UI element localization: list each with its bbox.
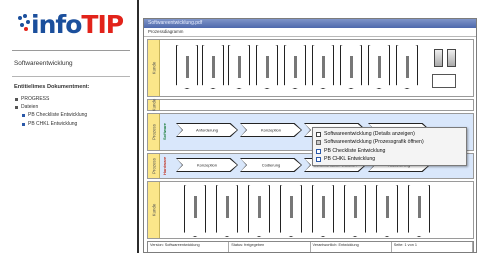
process-step-shape[interactable] bbox=[216, 185, 238, 237]
logo-wordmark: infoTIP bbox=[31, 10, 124, 40]
context-menu[interactable]: Softwareentwicklung (Details anzeigen) S… bbox=[312, 127, 467, 166]
process-step-shape[interactable] bbox=[284, 45, 306, 89]
context-menu-item[interactable]: Softwareentwicklung (Details anzeigen) bbox=[313, 130, 466, 138]
sidebar-section-title: Softwareentwicklung bbox=[14, 60, 73, 67]
document-icon bbox=[22, 114, 25, 118]
lane-label: Kunde bbox=[148, 40, 160, 96]
process-step-shape[interactable] bbox=[202, 45, 224, 89]
sidebar-divider bbox=[137, 0, 139, 253]
process-step-shape[interactable] bbox=[176, 45, 198, 89]
process-step-shape[interactable] bbox=[408, 185, 430, 237]
document-icon bbox=[316, 148, 321, 154]
footer-cell: Version: Softwareentwicklung bbox=[148, 242, 230, 252]
process-step-shape[interactable] bbox=[184, 185, 206, 237]
document-icon bbox=[316, 157, 321, 163]
process-step-shape[interactable] bbox=[248, 185, 270, 237]
lane-label: Kunde bbox=[148, 182, 160, 238]
logo-text-tip: TIP bbox=[81, 10, 124, 39]
process-step-shape[interactable] bbox=[256, 45, 278, 89]
process-step-shape[interactable] bbox=[312, 45, 334, 89]
arrow-label: Anforderung bbox=[195, 127, 218, 133]
process-arrow[interactable]: Konzeption bbox=[177, 159, 237, 171]
context-menu-item[interactable]: Softwareentwicklung (Prozessgrafik öffne… bbox=[313, 138, 466, 146]
server-icon bbox=[434, 49, 443, 67]
details-icon bbox=[316, 132, 321, 137]
tree-item-chkl[interactable]: PB CHKL Entwicklung bbox=[14, 120, 87, 128]
lane-label: Kunde bbox=[148, 99, 160, 111]
process-step-shape[interactable] bbox=[344, 185, 366, 237]
sidebar: infoTIP Softwareentwicklung Entitielimes… bbox=[0, 0, 138, 253]
process-step-shape[interactable] bbox=[228, 45, 250, 89]
infotip-logo[interactable]: infoTIP bbox=[18, 10, 124, 40]
footer-cell: Seite: 1 von 1 bbox=[392, 242, 473, 252]
software-label: Software bbox=[162, 123, 167, 141]
arrow-label: Codierung bbox=[261, 162, 281, 168]
process-arrow[interactable]: Anforderung bbox=[177, 124, 237, 136]
diagram-titlebar: Softwareentwicklung.pdf bbox=[144, 19, 476, 28]
tree-item-label: PB Checkliste Entwicklung bbox=[28, 112, 88, 119]
tree-item-dateien[interactable]: Dateien bbox=[14, 103, 87, 111]
context-menu-item[interactable]: PB Checkliste Entwicklung bbox=[313, 147, 466, 155]
arrow-label: Konzeption bbox=[260, 127, 281, 133]
process-step-shape[interactable] bbox=[280, 185, 302, 237]
diagram-title: Softwareentwicklung.pdf bbox=[148, 20, 203, 26]
lane-label: Prozess bbox=[148, 154, 160, 178]
sidebar-document-tree: PROGRESS Dateien PB Checkliste Entwicklu… bbox=[14, 95, 87, 128]
server-icon bbox=[447, 49, 456, 67]
footer-cell: Verantwortlich: Entwicklung bbox=[311, 242, 392, 252]
process-step-shape[interactable] bbox=[340, 45, 362, 89]
process-step-shape[interactable] bbox=[312, 185, 334, 237]
tree-item-checkliste[interactable]: PB Checkliste Entwicklung bbox=[14, 111, 87, 119]
sidebar-heading: Entitielimes Dokumentment: bbox=[14, 84, 90, 90]
process-step-shape[interactable] bbox=[368, 45, 390, 89]
tree-item-label: PB CHKL Entwicklung bbox=[28, 120, 78, 127]
lane-label: Prozess bbox=[148, 114, 160, 150]
bullet-icon bbox=[15, 98, 18, 101]
footer-cell: Status: freigegeben bbox=[229, 242, 311, 252]
sidebar-rule bbox=[12, 50, 130, 51]
bullet-icon bbox=[15, 106, 18, 110]
divider bbox=[144, 36, 476, 37]
logo-dots-icon bbox=[18, 14, 30, 36]
process-arrow[interactable]: Codierung bbox=[241, 159, 301, 171]
process-arrow[interactable]: Konzeption bbox=[241, 124, 301, 136]
arrow-label: Konzeption bbox=[196, 162, 217, 168]
tree-item-label: PROGRESS bbox=[21, 96, 50, 102]
tree-item-label: Dateien bbox=[21, 104, 39, 111]
process-graphic-icon bbox=[316, 140, 321, 146]
context-menu-item[interactable]: PB CHKL Entwicklung bbox=[313, 155, 466, 163]
diagram-subtitle: Prozessdiagramm bbox=[148, 29, 184, 34]
tree-item-progress[interactable]: PROGRESS bbox=[14, 95, 87, 103]
hardware-label: Hardware bbox=[162, 156, 167, 176]
logo-text-info: info bbox=[31, 10, 82, 39]
process-step-shape[interactable] bbox=[376, 185, 398, 237]
sidebar-rule bbox=[12, 76, 130, 77]
diagram-footer: Version: Softwareentwicklung Status: fre… bbox=[147, 241, 474, 252]
process-step-shape[interactable] bbox=[396, 45, 418, 89]
document-icon bbox=[22, 122, 25, 126]
swimlane: Kunde bbox=[147, 99, 474, 111]
document-stack-icon bbox=[432, 74, 456, 88]
